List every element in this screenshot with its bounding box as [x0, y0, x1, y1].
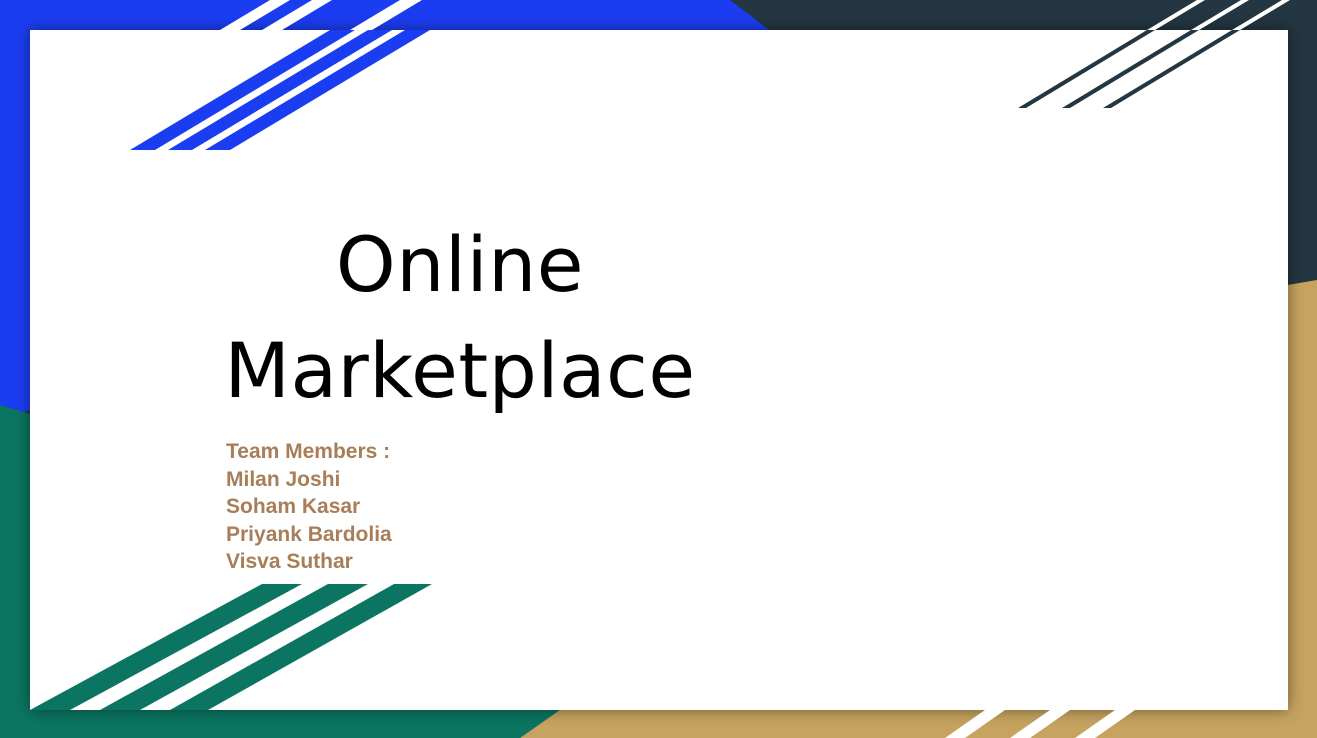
slide-title-line-1: Online	[335, 220, 585, 309]
slide-title: Online Marketplace	[160, 212, 760, 424]
slide: Online Marketplace Team Members : Milan …	[0, 0, 1317, 738]
team-member-4: Visva Suthar	[226, 550, 353, 574]
team-member-2: Soham Kasar	[226, 495, 361, 519]
team-members-block: Team Members : Milan Joshi Soham Kasar P…	[226, 438, 392, 576]
team-member-1: Milan Joshi	[226, 467, 341, 491]
team-member-3: Priyank Bardolia	[226, 522, 392, 546]
team-heading: Team Members :	[226, 440, 391, 463]
slide-title-line-2: Marketplace	[224, 326, 696, 415]
